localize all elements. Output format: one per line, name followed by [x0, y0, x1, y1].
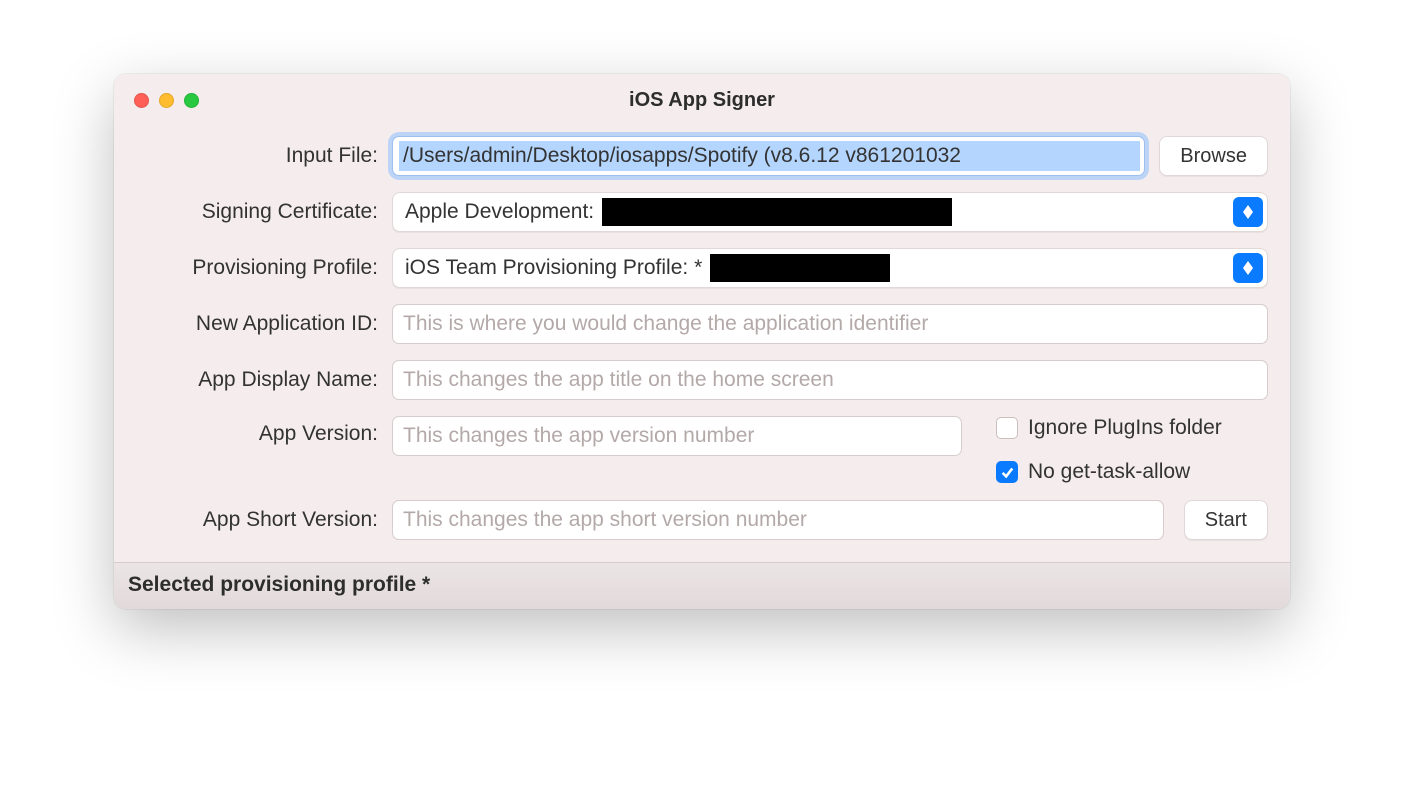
ignore-plugins-label: Ignore PlugIns folder: [1028, 416, 1222, 440]
app-short-version-field[interactable]: [392, 500, 1164, 540]
row-signing-cert: Signing Certificate: Apple Development:: [136, 192, 1268, 232]
browse-button[interactable]: Browse: [1159, 136, 1268, 176]
redacted-block: [602, 198, 952, 226]
titlebar: iOS App Signer: [114, 74, 1290, 126]
app-display-name-field[interactable]: [392, 360, 1268, 400]
label-input-file: Input File:: [136, 144, 392, 168]
chevron-updown-icon: [1233, 197, 1263, 227]
row-input-file: Input File: Browse: [136, 136, 1268, 176]
start-button[interactable]: Start: [1184, 500, 1268, 540]
label-short-version: App Short Version:: [136, 508, 392, 532]
row-provisioning: Provisioning Profile: iOS Team Provision…: [136, 248, 1268, 288]
label-app-id: New Application ID:: [136, 312, 392, 336]
no-get-task-allow-checkbox-row: No get-task-allow: [996, 460, 1222, 484]
zoom-icon[interactable]: [184, 93, 199, 108]
app-window: iOS App Signer Input File: Browse Signin…: [114, 74, 1290, 609]
input-file-field[interactable]: [392, 136, 1145, 176]
signing-cert-text: Apple Development:: [405, 200, 594, 224]
signing-certificate-select[interactable]: Apple Development:: [392, 192, 1268, 232]
provisioning-text: iOS Team Provisioning Profile: *: [405, 256, 702, 280]
row-app-id: New Application ID:: [136, 304, 1268, 344]
redacted-block: [710, 254, 890, 282]
new-app-id-field[interactable]: [392, 304, 1268, 344]
content-area: Input File: Browse Signing Certificate: …: [114, 126, 1290, 562]
label-signing-cert: Signing Certificate:: [136, 200, 392, 224]
app-version-field[interactable]: [392, 416, 962, 456]
traffic-lights: [114, 93, 199, 108]
row-display-name: App Display Name:: [136, 360, 1268, 400]
status-text: Selected provisioning profile *: [128, 573, 430, 596]
no-get-task-allow-checkbox[interactable]: [996, 461, 1018, 483]
signing-certificate-value: Apple Development:: [405, 198, 952, 226]
no-get-task-allow-label: No get-task-allow: [1028, 460, 1190, 484]
minimize-icon[interactable]: [159, 93, 174, 108]
ignore-plugins-checkbox[interactable]: [996, 417, 1018, 439]
row-short-version: App Short Version: Start: [136, 500, 1268, 540]
checkbox-group: Ignore PlugIns folder No get-task-allow: [996, 416, 1222, 484]
status-bar: Selected provisioning profile *: [114, 562, 1290, 609]
window-title: iOS App Signer: [114, 89, 1290, 112]
provisioning-profile-value: iOS Team Provisioning Profile: *: [405, 254, 890, 282]
ignore-plugins-checkbox-row: Ignore PlugIns folder: [996, 416, 1222, 440]
provisioning-profile-select[interactable]: iOS Team Provisioning Profile: *: [392, 248, 1268, 288]
label-display-name: App Display Name:: [136, 368, 392, 392]
chevron-updown-icon: [1233, 253, 1263, 283]
close-icon[interactable]: [134, 93, 149, 108]
row-app-version: App Version: Ignore PlugIns folder No ge…: [136, 416, 1268, 484]
label-provisioning: Provisioning Profile:: [136, 256, 392, 280]
label-app-version: App Version:: [136, 416, 392, 446]
